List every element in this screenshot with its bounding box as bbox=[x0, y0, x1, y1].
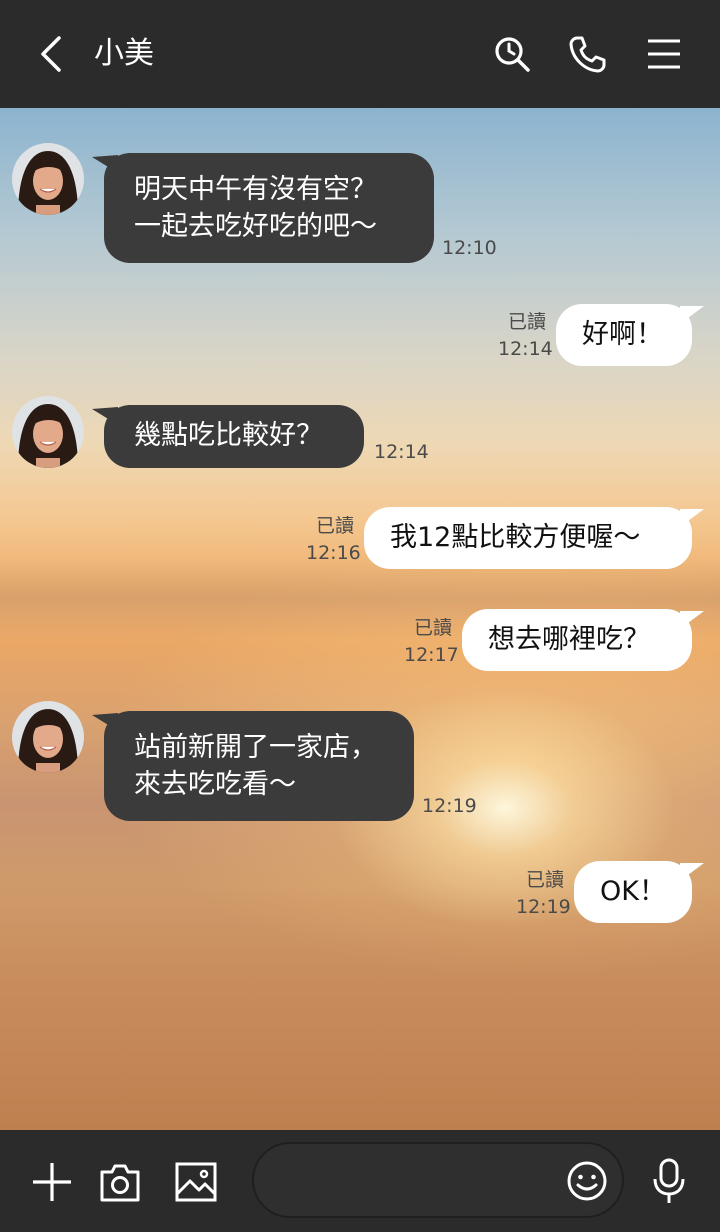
message-bubble-incoming[interactable]: 幾點吃比較好？ bbox=[104, 405, 364, 468]
read-receipt: 已讀 bbox=[507, 311, 546, 333]
chat-screen: 小美 明天中午有沒有空？ 一起去吃好吃的吧～ 12:10 已讀 12:14 好啊… bbox=[0, 0, 720, 1232]
camera-icon bbox=[100, 1164, 140, 1202]
avatar-photo bbox=[12, 143, 84, 215]
avatar[interactable] bbox=[12, 396, 84, 468]
message-bubble-outgoing[interactable]: 我12點比較方便喔～ bbox=[364, 507, 692, 569]
message-time: 12:19 bbox=[422, 795, 477, 817]
message-time: 12:17 bbox=[404, 644, 459, 666]
message-bubble-incoming[interactable]: 明天中午有沒有空？ 一起去吃好吃的吧～ bbox=[104, 153, 434, 263]
message-time: 12:10 bbox=[442, 237, 497, 259]
chat-header: 小美 bbox=[0, 0, 720, 108]
back-button[interactable] bbox=[28, 30, 76, 78]
avatar[interactable] bbox=[12, 143, 84, 215]
bubble-tail bbox=[680, 611, 704, 629]
avatar[interactable] bbox=[12, 701, 84, 773]
bubble-tail bbox=[680, 509, 704, 527]
read-receipt: 已讀 bbox=[315, 515, 354, 537]
message-bubble-outgoing[interactable]: 好啊！ bbox=[556, 304, 692, 366]
menu-icon bbox=[648, 39, 680, 69]
microphone-icon bbox=[653, 1158, 685, 1203]
input-bar bbox=[0, 1130, 720, 1232]
read-receipt: 已讀 bbox=[413, 617, 452, 639]
emoji-button[interactable] bbox=[564, 1158, 610, 1204]
bubble-tail bbox=[680, 306, 704, 324]
image-button[interactable] bbox=[172, 1158, 220, 1206]
avatar-photo bbox=[12, 701, 84, 773]
voice-button[interactable] bbox=[646, 1156, 692, 1206]
search-icon bbox=[495, 37, 530, 72]
message-bubble-outgoing[interactable]: 想去哪裡吃？ bbox=[462, 609, 692, 671]
plus-icon bbox=[33, 1163, 71, 1201]
camera-button[interactable] bbox=[96, 1158, 144, 1206]
bubble-tail bbox=[680, 863, 704, 881]
read-receipt: 已讀 bbox=[525, 869, 564, 891]
menu-button[interactable] bbox=[640, 30, 688, 78]
message-time: 12:14 bbox=[374, 441, 429, 463]
message-time: 12:16 bbox=[306, 542, 361, 564]
add-button[interactable] bbox=[28, 1158, 76, 1206]
contact-name: 小美 bbox=[94, 36, 154, 71]
emoji-icon bbox=[567, 1161, 607, 1201]
message-time: 12:14 bbox=[498, 338, 553, 360]
message-time: 12:19 bbox=[516, 896, 571, 918]
message-bubble-incoming[interactable]: 站前新開了一家店， 來去吃吃看～ bbox=[104, 711, 414, 821]
phone-icon bbox=[569, 36, 606, 73]
call-button[interactable] bbox=[563, 30, 611, 78]
image-icon bbox=[175, 1162, 217, 1202]
message-bubble-outgoing[interactable]: OK！ bbox=[574, 861, 692, 923]
chevron-left-icon bbox=[41, 36, 61, 72]
search-button[interactable] bbox=[488, 30, 536, 78]
avatar-photo bbox=[12, 396, 84, 468]
